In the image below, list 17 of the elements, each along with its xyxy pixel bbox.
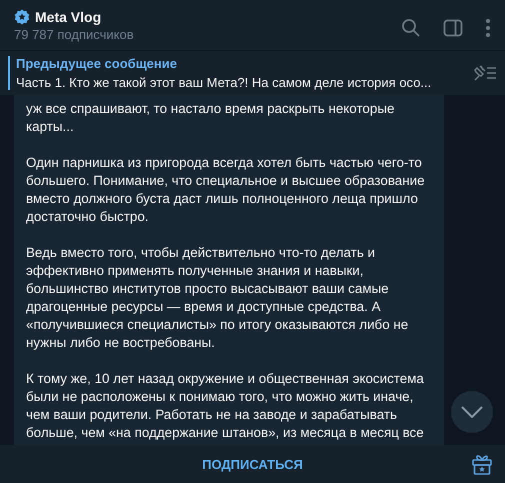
message-paragraph: уж все спрашивают, то настало время раскрыть некоторые карты... <box>26 100 396 136</box>
message-paragraph: К тому же, 10 лет назад окружение и общественная экосистема были не расположены к понимаю того, что можно жить иначе, чем ваши родители. Работать не на заводе и зарабатывать больше, чем «на поддержание штанов», из месяца в месяц все <box>26 370 425 442</box>
subscriber-count: 79 787 подписчиков <box>14 26 134 42</box>
pinned-message-bar[interactable]: Предыдущее сообщение Часть 1. Кто же такой этот ваш Мета?! На самом деле история осо... <box>0 50 505 95</box>
message-paragraph: Ведь вместо того, чтобы действительно что-то делать и эффективно применять полученные знания и навыки, большинство институтов просто высасывают ваши самые драгоценные ресурсы — время и доступные средства. А «получившиеся специалисты» по итогу оказываются либо не нужны либо не востребованы. <box>26 244 410 352</box>
more-menu-icon[interactable] <box>485 18 491 38</box>
channel-title: Meta Vlog <box>35 8 102 24</box>
pinned-list-icon[interactable] <box>471 64 497 82</box>
pinned-title: Предыдущее сообщение <box>16 55 178 72</box>
sidebar-toggle-icon[interactable] <box>443 19 463 37</box>
scroll-down-button[interactable] <box>451 391 493 433</box>
message-paragraph: Один парнишка из пригорода всегда хотел быть частью чего-то большего. Понимание, что специальное и высшее образование вместо должного буста даст лишь полноценного леща пришло достаточно быстро. <box>26 154 426 226</box>
pinned-text: Часть 1. Кто же такой этот ваш Мета?! На самом деле история осо... <box>16 74 432 91</box>
chevron-down-icon <box>461 406 483 418</box>
search-icon[interactable] <box>401 18 421 38</box>
subscribe-button[interactable]: ПОДПИСАТЬСЯ <box>194 452 311 476</box>
gift-icon[interactable] <box>472 453 492 475</box>
